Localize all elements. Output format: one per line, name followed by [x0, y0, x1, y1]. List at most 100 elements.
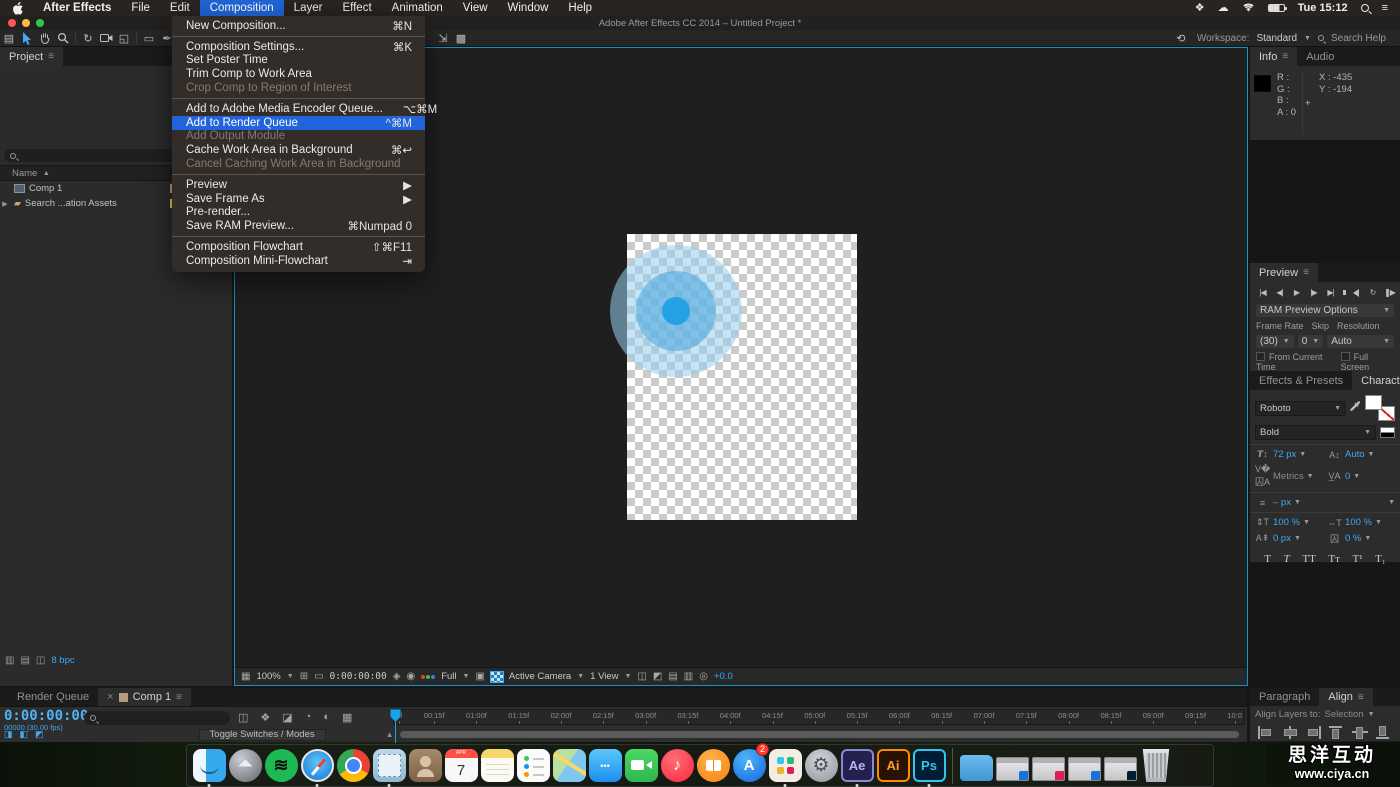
magnification-grid-icon[interactable]: ▦	[241, 671, 250, 682]
toggle-switches-modes-button[interactable]: Toggle Switches / Modes	[199, 729, 326, 741]
dock-messages[interactable]	[588, 746, 622, 786]
align-left-button[interactable]	[1258, 726, 1274, 739]
faux-italic-button[interactable]: T	[1284, 553, 1290, 565]
skip-dropdown[interactable]: 0▼	[1298, 335, 1324, 348]
faux-bold-button[interactable]: T	[1264, 553, 1271, 565]
menubar-item-layer[interactable]: Layer	[284, 0, 333, 16]
menu-item-add-to-render-queue[interactable]: Add to Render Queue^⌘M	[172, 116, 425, 130]
align-horizontal-center-button[interactable]	[1282, 726, 1298, 739]
dock-contacts[interactable]	[408, 746, 442, 786]
rectangle-tool[interactable]: ▭	[140, 32, 158, 45]
align-top-button[interactable]	[1329, 726, 1345, 739]
panel-menu-icon[interactable]: ≡	[1358, 692, 1364, 703]
dock-calendar[interactable]: APR7	[444, 746, 478, 786]
frame-blending-icon[interactable]: ◔	[305, 711, 312, 724]
panel-menu-icon[interactable]: ≡	[48, 51, 54, 62]
first-frame-button[interactable]: |◀	[1256, 287, 1269, 298]
dock-notes[interactable]	[480, 746, 514, 786]
zoom-out-mountain-icon[interactable]: ▲	[386, 730, 394, 739]
channels-icon[interactable]	[421, 675, 435, 679]
wifi-icon[interactable]	[1242, 2, 1255, 15]
align-bottom-button[interactable]	[1376, 726, 1392, 739]
menu-item-add-to-adobe-media-encoder-queue[interactable]: Add to Adobe Media Encoder Queue...⌥⌘M	[172, 102, 425, 116]
sort-arrow-icon[interactable]: ▲	[41, 170, 51, 177]
notification-center-icon[interactable]: ≡	[1382, 0, 1388, 16]
dock-slack[interactable]	[768, 746, 802, 786]
timeline-timecode[interactable]: 0:00:00:00	[4, 708, 88, 724]
audio-toggle[interactable]	[1349, 287, 1362, 298]
dock-ibooks[interactable]	[696, 746, 730, 786]
eyedropper-icon[interactable]	[1350, 401, 1361, 415]
hand-tool[interactable]	[36, 32, 54, 44]
resolution-dropdown[interactable]: Auto▼	[1327, 335, 1394, 348]
menubar-item-window[interactable]: Window	[498, 0, 559, 16]
play-button[interactable]: ▶	[1290, 287, 1303, 298]
align-grid-icon[interactable]: ▩	[452, 32, 470, 45]
magnification-value[interactable]: 100%	[256, 671, 280, 682]
snapshot-icon[interactable]: ◈	[393, 671, 401, 682]
menu-item-save-frame-as[interactable]: Save Frame As▶	[172, 192, 425, 206]
menubar-item-composition[interactable]: Composition	[200, 0, 284, 16]
region-of-interest-icon[interactable]: ▭	[314, 671, 323, 682]
tab-character[interactable]: Character≡	[1352, 371, 1400, 390]
timeline-zoom-slider[interactable]	[400, 731, 1239, 738]
previous-frame-button[interactable]: ◀|	[1273, 287, 1286, 298]
subscript-button[interactable]: T₁	[1375, 553, 1386, 565]
sync-settings-icon[interactable]: ⟲	[1172, 32, 1190, 45]
dock-minimized-window-2[interactable]	[1031, 746, 1065, 786]
zoom-tool[interactable]	[54, 32, 72, 44]
magnification-value-arrow[interactable]: ▼	[287, 673, 294, 680]
safe-margins-icon[interactable]: ⊞	[300, 671, 308, 682]
dock-folder[interactable]	[959, 746, 993, 786]
dock-after-effects[interactable]: Ae	[840, 746, 874, 786]
tab-project[interactable]: Project≡	[0, 47, 63, 66]
dock-safari[interactable]	[300, 746, 334, 786]
camera-value[interactable]: Active Camera	[509, 671, 571, 682]
panel-menu-icon[interactable]: ≡	[176, 692, 182, 703]
dock-illustrator[interactable]: Ai	[876, 746, 910, 786]
dock-spotify[interactable]	[264, 746, 298, 786]
dock-reminders[interactable]	[516, 746, 550, 786]
align-right-button[interactable]	[1305, 726, 1321, 739]
spotlight-icon[interactable]	[1361, 4, 1369, 12]
full-screen-checkbox[interactable]: Full Screen	[1341, 352, 1394, 372]
search-help-input[interactable]: Search Help	[1331, 33, 1386, 44]
dock-photoshop[interactable]: Ps	[912, 746, 946, 786]
dock-minimized-window-4[interactable]	[1103, 746, 1137, 786]
interpret-footage-icon[interactable]: ▥	[5, 655, 14, 666]
menu-item-composition-mini-flowchart[interactable]: Composition Mini-Flowchart⇥	[172, 254, 425, 268]
creative-cloud-icon[interactable]: ☁	[1218, 0, 1229, 16]
font-size-value[interactable]: 72 px	[1273, 449, 1296, 460]
dock-app-store[interactable]: 2	[732, 746, 766, 786]
font-style-dropdown[interactable]: Bold▼	[1255, 425, 1376, 440]
menu-item-set-poster-time[interactable]: Set Poster Time	[172, 54, 425, 68]
align-layers-value[interactable]: Selection	[1324, 709, 1363, 720]
timeline-button-icon[interactable]: ▤	[668, 671, 677, 682]
last-frame-button[interactable]: ▶|	[1324, 287, 1337, 298]
menu-item-trim-comp-to-work-area[interactable]: Trim Comp to Work Area	[172, 67, 425, 81]
dock-minimized-window-1[interactable]	[995, 746, 1029, 786]
close-tab-icon[interactable]: ×	[107, 691, 113, 703]
pixel-aspect-icon[interactable]: ◫	[637, 671, 646, 682]
transparency-grid-icon[interactable]	[491, 672, 503, 682]
camera-tool[interactable]	[97, 32, 115, 44]
workspace-value[interactable]: Standard	[1256, 33, 1297, 44]
draft-3d-icon[interactable]: ❖	[260, 711, 270, 724]
pan-behind-tool[interactable]: ◱	[115, 32, 133, 45]
project-bpc[interactable]: 8 bpc	[51, 655, 74, 666]
target-region-icon[interactable]: ▣	[475, 671, 484, 682]
menubar-item-help[interactable]: Help	[558, 0, 602, 16]
next-frame-button[interactable]: |▶	[1307, 287, 1320, 298]
apple-menu[interactable]	[0, 2, 33, 15]
menu-item-cache-work-area-in-background[interactable]: Cache Work Area in Background⌘↩	[172, 143, 425, 157]
dock-facetime[interactable]	[624, 746, 658, 786]
graph-editor-icon[interactable]: ▦	[342, 711, 352, 724]
viewer-timecode[interactable]: 0:00:00:00	[330, 671, 387, 682]
menubar-clock[interactable]: Tue 15:12	[1298, 2, 1348, 14]
horizontal-scale-value[interactable]: 100 %	[1345, 517, 1372, 528]
show-snapshot-icon[interactable]: ◉	[406, 671, 415, 682]
dock-trash[interactable]	[1139, 746, 1173, 786]
tab-align[interactable]: Align≡	[1319, 688, 1372, 706]
composition-canvas[interactable]	[627, 234, 857, 520]
menu-item-pre-render[interactable]: Pre-render...	[172, 206, 425, 220]
